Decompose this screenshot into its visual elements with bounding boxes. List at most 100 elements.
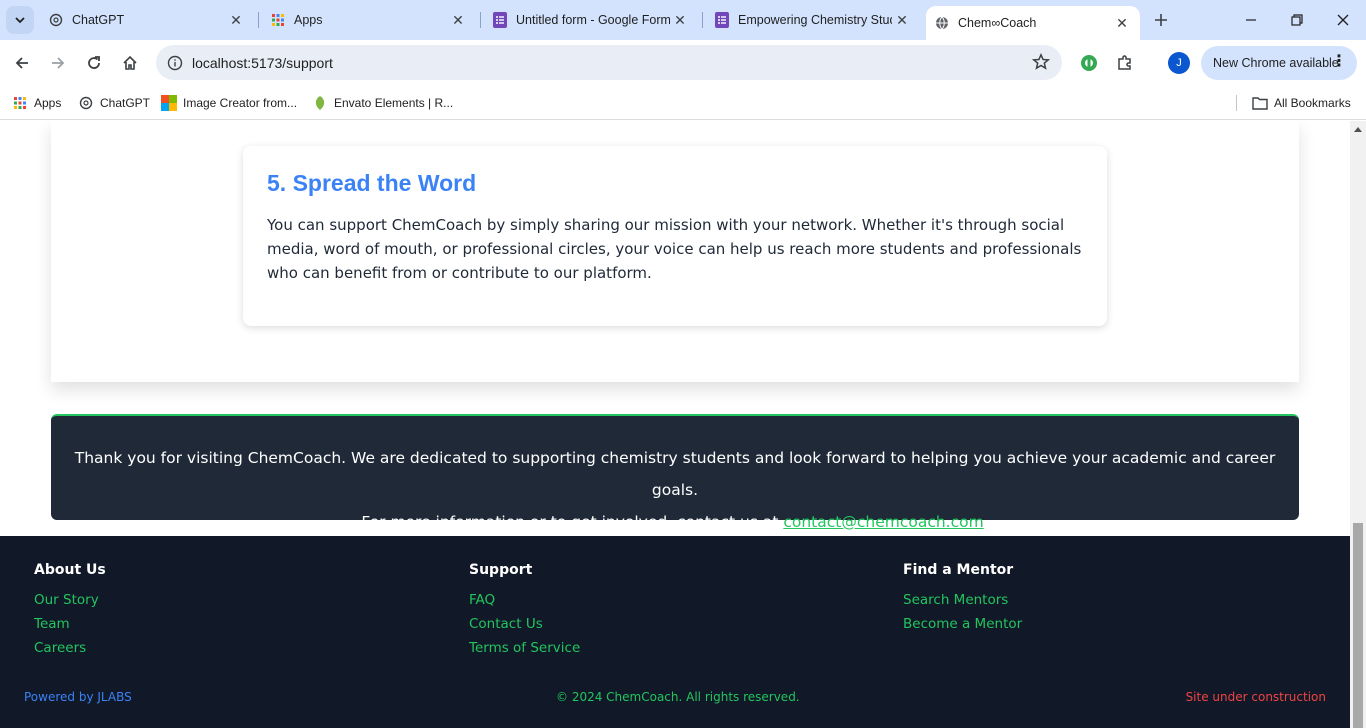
restore-icon bbox=[1291, 14, 1303, 26]
plus-icon bbox=[1155, 14, 1167, 26]
footer-column-mentor: Find a Mentor Search Mentors Become a Me… bbox=[903, 562, 1022, 636]
bookmark-star-icon[interactable] bbox=[1031, 52, 1051, 76]
bookmark-label: Apps bbox=[34, 96, 62, 110]
tab-title: ChatGPT bbox=[72, 13, 125, 27]
contact-email-link[interactable]: contact@chemcoach.com bbox=[783, 513, 983, 531]
footer-heading: About Us bbox=[34, 562, 106, 578]
contact-line: For more information or to get involved,… bbox=[51, 506, 1299, 538]
site-info-icon[interactable] bbox=[158, 55, 192, 71]
profile-avatar[interactable]: J bbox=[1168, 52, 1190, 74]
apps-grid-icon bbox=[12, 95, 28, 111]
tab-chatgpt[interactable]: ChatGPT ✕ bbox=[40, 0, 254, 40]
home-button[interactable] bbox=[116, 49, 144, 77]
close-tab-icon[interactable]: ✕ bbox=[226, 10, 246, 30]
tab-strip: ChatGPT ✕ Apps ✕ Untitled form - Google … bbox=[0, 0, 1366, 40]
footer-column-about: About Us Our Story Team Careers bbox=[34, 562, 106, 660]
scrollbar-thumb[interactable] bbox=[1353, 523, 1363, 728]
site-footer: About Us Our Story Team Careers Support … bbox=[0, 536, 1350, 728]
reload-icon bbox=[88, 56, 100, 69]
bookmark-label: Image Creator from... bbox=[183, 96, 298, 110]
tab-separator bbox=[702, 12, 703, 28]
tab-search-button[interactable] bbox=[6, 6, 34, 34]
site-status-text: Site under construction bbox=[1185, 690, 1326, 704]
restore-button[interactable] bbox=[1274, 0, 1320, 40]
home-icon bbox=[123, 55, 137, 70]
image-creator-icon bbox=[161, 95, 177, 111]
minimize-button[interactable] bbox=[1228, 0, 1274, 40]
tab-apps[interactable]: Apps ✕ bbox=[262, 0, 476, 40]
bookmark-label: ChatGPT bbox=[100, 96, 151, 110]
close-tab-icon[interactable]: ✕ bbox=[892, 10, 912, 30]
chevron-down-icon bbox=[15, 17, 25, 24]
content-panel: 5. Spread the Word You can support ChemC… bbox=[51, 121, 1299, 382]
tab-title: Chem∞Coach bbox=[958, 16, 1037, 30]
close-window-button[interactable] bbox=[1320, 0, 1366, 40]
all-bookmarks-label: All Bookmarks bbox=[1274, 96, 1351, 110]
footer-link-become-mentor[interactable]: Become a Mentor bbox=[903, 612, 1022, 636]
close-icon bbox=[1337, 14, 1349, 26]
card-heading: 5. Spread the Word bbox=[267, 170, 477, 196]
tab-google-forms-untitled[interactable]: Untitled form - Google Forms ✕ bbox=[484, 0, 698, 40]
google-forms-icon bbox=[714, 12, 730, 28]
address-bar[interactable]: localhost:5173/support bbox=[156, 45, 1062, 80]
page-scrollbar[interactable] bbox=[1350, 121, 1366, 728]
footer-link-our-story[interactable]: Our Story bbox=[34, 588, 106, 612]
copyright-text: © 2024 ChemCoach. All rights reserved. bbox=[556, 690, 800, 704]
all-bookmarks-button[interactable]: All Bookmarks bbox=[1252, 93, 1351, 113]
contact-prefix: For more information or to get involved,… bbox=[361, 513, 784, 531]
reload-button[interactable] bbox=[80, 49, 108, 77]
contact-suffix: . bbox=[983, 513, 989, 531]
more-menu-icon[interactable]: ⋮ bbox=[1331, 54, 1347, 70]
support-card: 5. Spread the Word You can support ChemC… bbox=[243, 146, 1107, 326]
new-tab-button[interactable] bbox=[1150, 9, 1172, 31]
extension-green-icon[interactable] bbox=[1078, 52, 1100, 74]
back-button[interactable] bbox=[8, 49, 36, 77]
footer-link-careers[interactable]: Careers bbox=[34, 636, 106, 660]
bookmark-apps[interactable]: Apps bbox=[12, 93, 61, 113]
thank-you-banner: Thank you for visiting ChemCoach. We are… bbox=[51, 414, 1299, 531]
google-forms-icon bbox=[492, 12, 508, 28]
arrow-left-icon bbox=[15, 57, 28, 69]
bookmarks-separator bbox=[1236, 95, 1237, 111]
powered-by-link[interactable]: Powered by JLABS bbox=[24, 690, 132, 704]
chatgpt-icon bbox=[48, 12, 64, 28]
arrow-right-icon bbox=[52, 57, 65, 69]
thank-you-line: Thank you for visiting ChemCoach. We are… bbox=[74, 449, 1276, 499]
bookmark-image-creator[interactable]: Image Creator from... bbox=[161, 93, 297, 113]
tab-title: Empowering Chemistry Studen bbox=[738, 13, 892, 27]
scroll-up-arrow-icon[interactable] bbox=[1354, 127, 1362, 132]
close-tab-icon[interactable]: ✕ bbox=[448, 10, 468, 30]
footer-column-support: Support FAQ Contact Us Terms of Service bbox=[469, 562, 580, 660]
globe-icon bbox=[934, 15, 950, 31]
update-label: New Chrome available bbox=[1213, 56, 1339, 70]
footer-link-faq[interactable]: FAQ bbox=[469, 588, 580, 612]
bookmark-envato[interactable]: Envato Elements | R... bbox=[312, 93, 453, 113]
close-tab-icon[interactable]: ✕ bbox=[1112, 13, 1132, 33]
envato-leaf-icon bbox=[312, 95, 328, 111]
url-text: localhost:5173/support bbox=[192, 54, 333, 71]
footer-link-search-mentors[interactable]: Search Mentors bbox=[903, 588, 1022, 612]
tab-title: Untitled form - Google Forms bbox=[516, 13, 670, 27]
page-viewport: 5. Spread the Word You can support ChemC… bbox=[0, 121, 1350, 728]
chatgpt-icon bbox=[78, 95, 94, 111]
extensions-puzzle-icon[interactable] bbox=[1114, 52, 1136, 74]
browser-toolbar: localhost:5173/support J New Chrome avai… bbox=[0, 40, 1366, 86]
minimize-icon bbox=[1246, 19, 1256, 21]
bookmarks-bar: Apps ChatGPT Image Creator from... Envat… bbox=[0, 86, 1366, 120]
tab-google-forms-empowering[interactable]: Empowering Chemistry Studen ✕ bbox=[706, 0, 920, 40]
chrome-update-button[interactable]: New Chrome available ⋮ bbox=[1201, 46, 1357, 80]
apps-grid-icon bbox=[270, 12, 286, 28]
footer-link-team[interactable]: Team bbox=[34, 612, 106, 636]
bookmark-chatgpt[interactable]: ChatGPT bbox=[78, 93, 150, 113]
folder-icon bbox=[1252, 95, 1268, 111]
bookmark-label: Envato Elements | R... bbox=[334, 96, 454, 110]
footer-link-terms[interactable]: Terms of Service bbox=[469, 636, 580, 660]
forward-button[interactable] bbox=[44, 49, 72, 77]
footer-heading: Find a Mentor bbox=[903, 562, 1014, 578]
tab-separator bbox=[480, 12, 481, 28]
card-body: You can support ChemCoach by simply shar… bbox=[267, 216, 1082, 282]
footer-link-contact-us[interactable]: Contact Us bbox=[469, 612, 580, 636]
tab-chemcoach[interactable]: Chem∞Coach ✕ bbox=[926, 6, 1140, 40]
close-tab-icon[interactable]: ✕ bbox=[670, 10, 690, 30]
tab-title: Apps bbox=[294, 13, 323, 27]
